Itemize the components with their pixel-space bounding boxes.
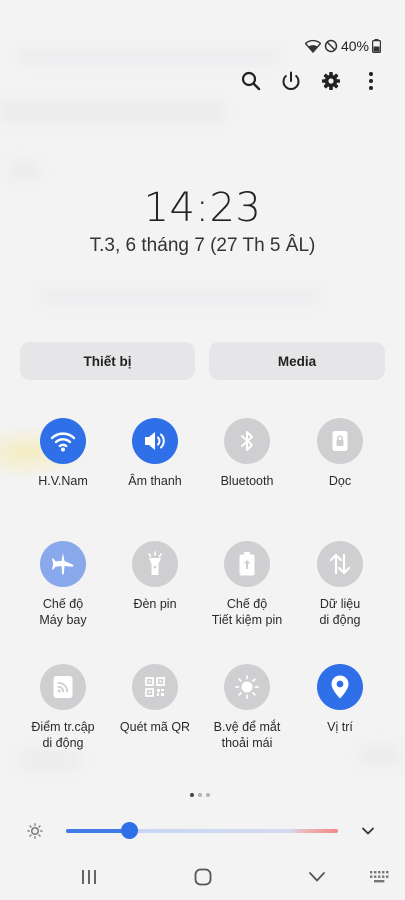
recents-icon[interactable] — [74, 862, 104, 892]
settings-icon[interactable] — [321, 68, 341, 94]
portrait-lock-icon[interactable] — [317, 418, 363, 464]
more-icon[interactable] — [361, 68, 381, 94]
tile-qr-scan[interactable]: Quét mã QR — [109, 664, 201, 736]
page-dot — [198, 793, 202, 797]
media-tab-button[interactable]: Media — [209, 342, 385, 380]
keyboard-icon[interactable] — [364, 862, 394, 892]
brightness-slider-thumb[interactable] — [121, 822, 138, 839]
tile-label: Chế độ Máy bay — [39, 597, 87, 627]
eye-comfort-icon[interactable] — [224, 664, 270, 710]
page-dot — [206, 793, 210, 797]
wifi-icon[interactable] — [40, 418, 86, 464]
status-bar: 40% — [304, 36, 381, 56]
brightness-slider-track[interactable] — [66, 829, 338, 833]
tile-label: Chế độ Tiết kiệm pin — [211, 597, 283, 627]
page-dot-active — [190, 793, 194, 797]
tile-label: Quét mã QR — [119, 720, 191, 734]
brightness-icon — [27, 823, 43, 844]
location-icon[interactable] — [317, 664, 363, 710]
brightness-control — [0, 818, 405, 844]
clock-time[interactable]: 14:23 — [0, 185, 405, 231]
tile-eye-comfort[interactable]: B.vệ để mắt thoải mái — [201, 664, 293, 751]
bluetooth-icon[interactable] — [224, 418, 270, 464]
flashlight-icon[interactable] — [132, 541, 178, 587]
tile-label: Vị trí — [327, 720, 353, 734]
sound-icon[interactable] — [132, 418, 178, 464]
tile-bluetooth[interactable]: Bluetooth — [201, 418, 293, 490]
home-icon[interactable] — [188, 862, 218, 892]
tile-label: Âm thanh — [128, 474, 182, 488]
search-icon[interactable] — [241, 68, 261, 94]
tile-label: H.V.Nam — [38, 474, 88, 488]
back-icon[interactable] — [302, 862, 332, 892]
chevron-down-icon[interactable] — [360, 823, 376, 844]
tile-power-saving[interactable]: Chế độ Tiết kiệm pin — [201, 541, 293, 628]
quick-panel-actions — [241, 68, 381, 94]
mobile-data-icon[interactable] — [317, 541, 363, 587]
battery-icon — [372, 39, 381, 53]
tile-flashlight[interactable]: Đèn pin — [109, 541, 201, 613]
tile-location[interactable]: Vị trí — [294, 664, 386, 736]
tile-label: Đèn pin — [133, 597, 177, 611]
tile-label: Điểm tr.cập di động — [31, 720, 95, 750]
power-icon[interactable] — [281, 68, 301, 94]
tile-label: Dọc — [328, 474, 352, 488]
qr-scan-icon[interactable] — [132, 664, 178, 710]
hotspot-icon[interactable] — [40, 664, 86, 710]
do-not-disturb-icon — [324, 39, 338, 53]
tile-mobile-data[interactable]: Dữ liệu di động — [294, 541, 386, 628]
clock-date[interactable]: T.3, 6 tháng 7 (27 Th 5 ÂL) — [0, 235, 405, 257]
tile-hotspot[interactable]: Điểm tr.cập di động — [17, 664, 109, 751]
tile-label: B.vệ để mắt thoải mái — [213, 720, 281, 750]
tile-label: Bluetooth — [220, 474, 274, 488]
wifi-icon — [304, 39, 321, 53]
battery-percent: 40% — [340, 38, 369, 54]
device-tab-button[interactable]: Thiết bị — [20, 342, 195, 380]
page-indicator — [190, 793, 210, 797]
tile-airplane[interactable]: Chế độ Máy bay — [17, 541, 109, 628]
airplane-icon[interactable] — [40, 541, 86, 587]
navigation-bar — [0, 862, 405, 892]
tile-sound[interactable]: Âm thanh — [109, 418, 201, 490]
tile-wifi[interactable]: H.V.Nam — [17, 418, 109, 490]
power-saving-icon[interactable] — [224, 541, 270, 587]
tile-label: Dữ liệu di động — [319, 597, 361, 627]
tile-portrait[interactable]: Dọc — [294, 418, 386, 490]
